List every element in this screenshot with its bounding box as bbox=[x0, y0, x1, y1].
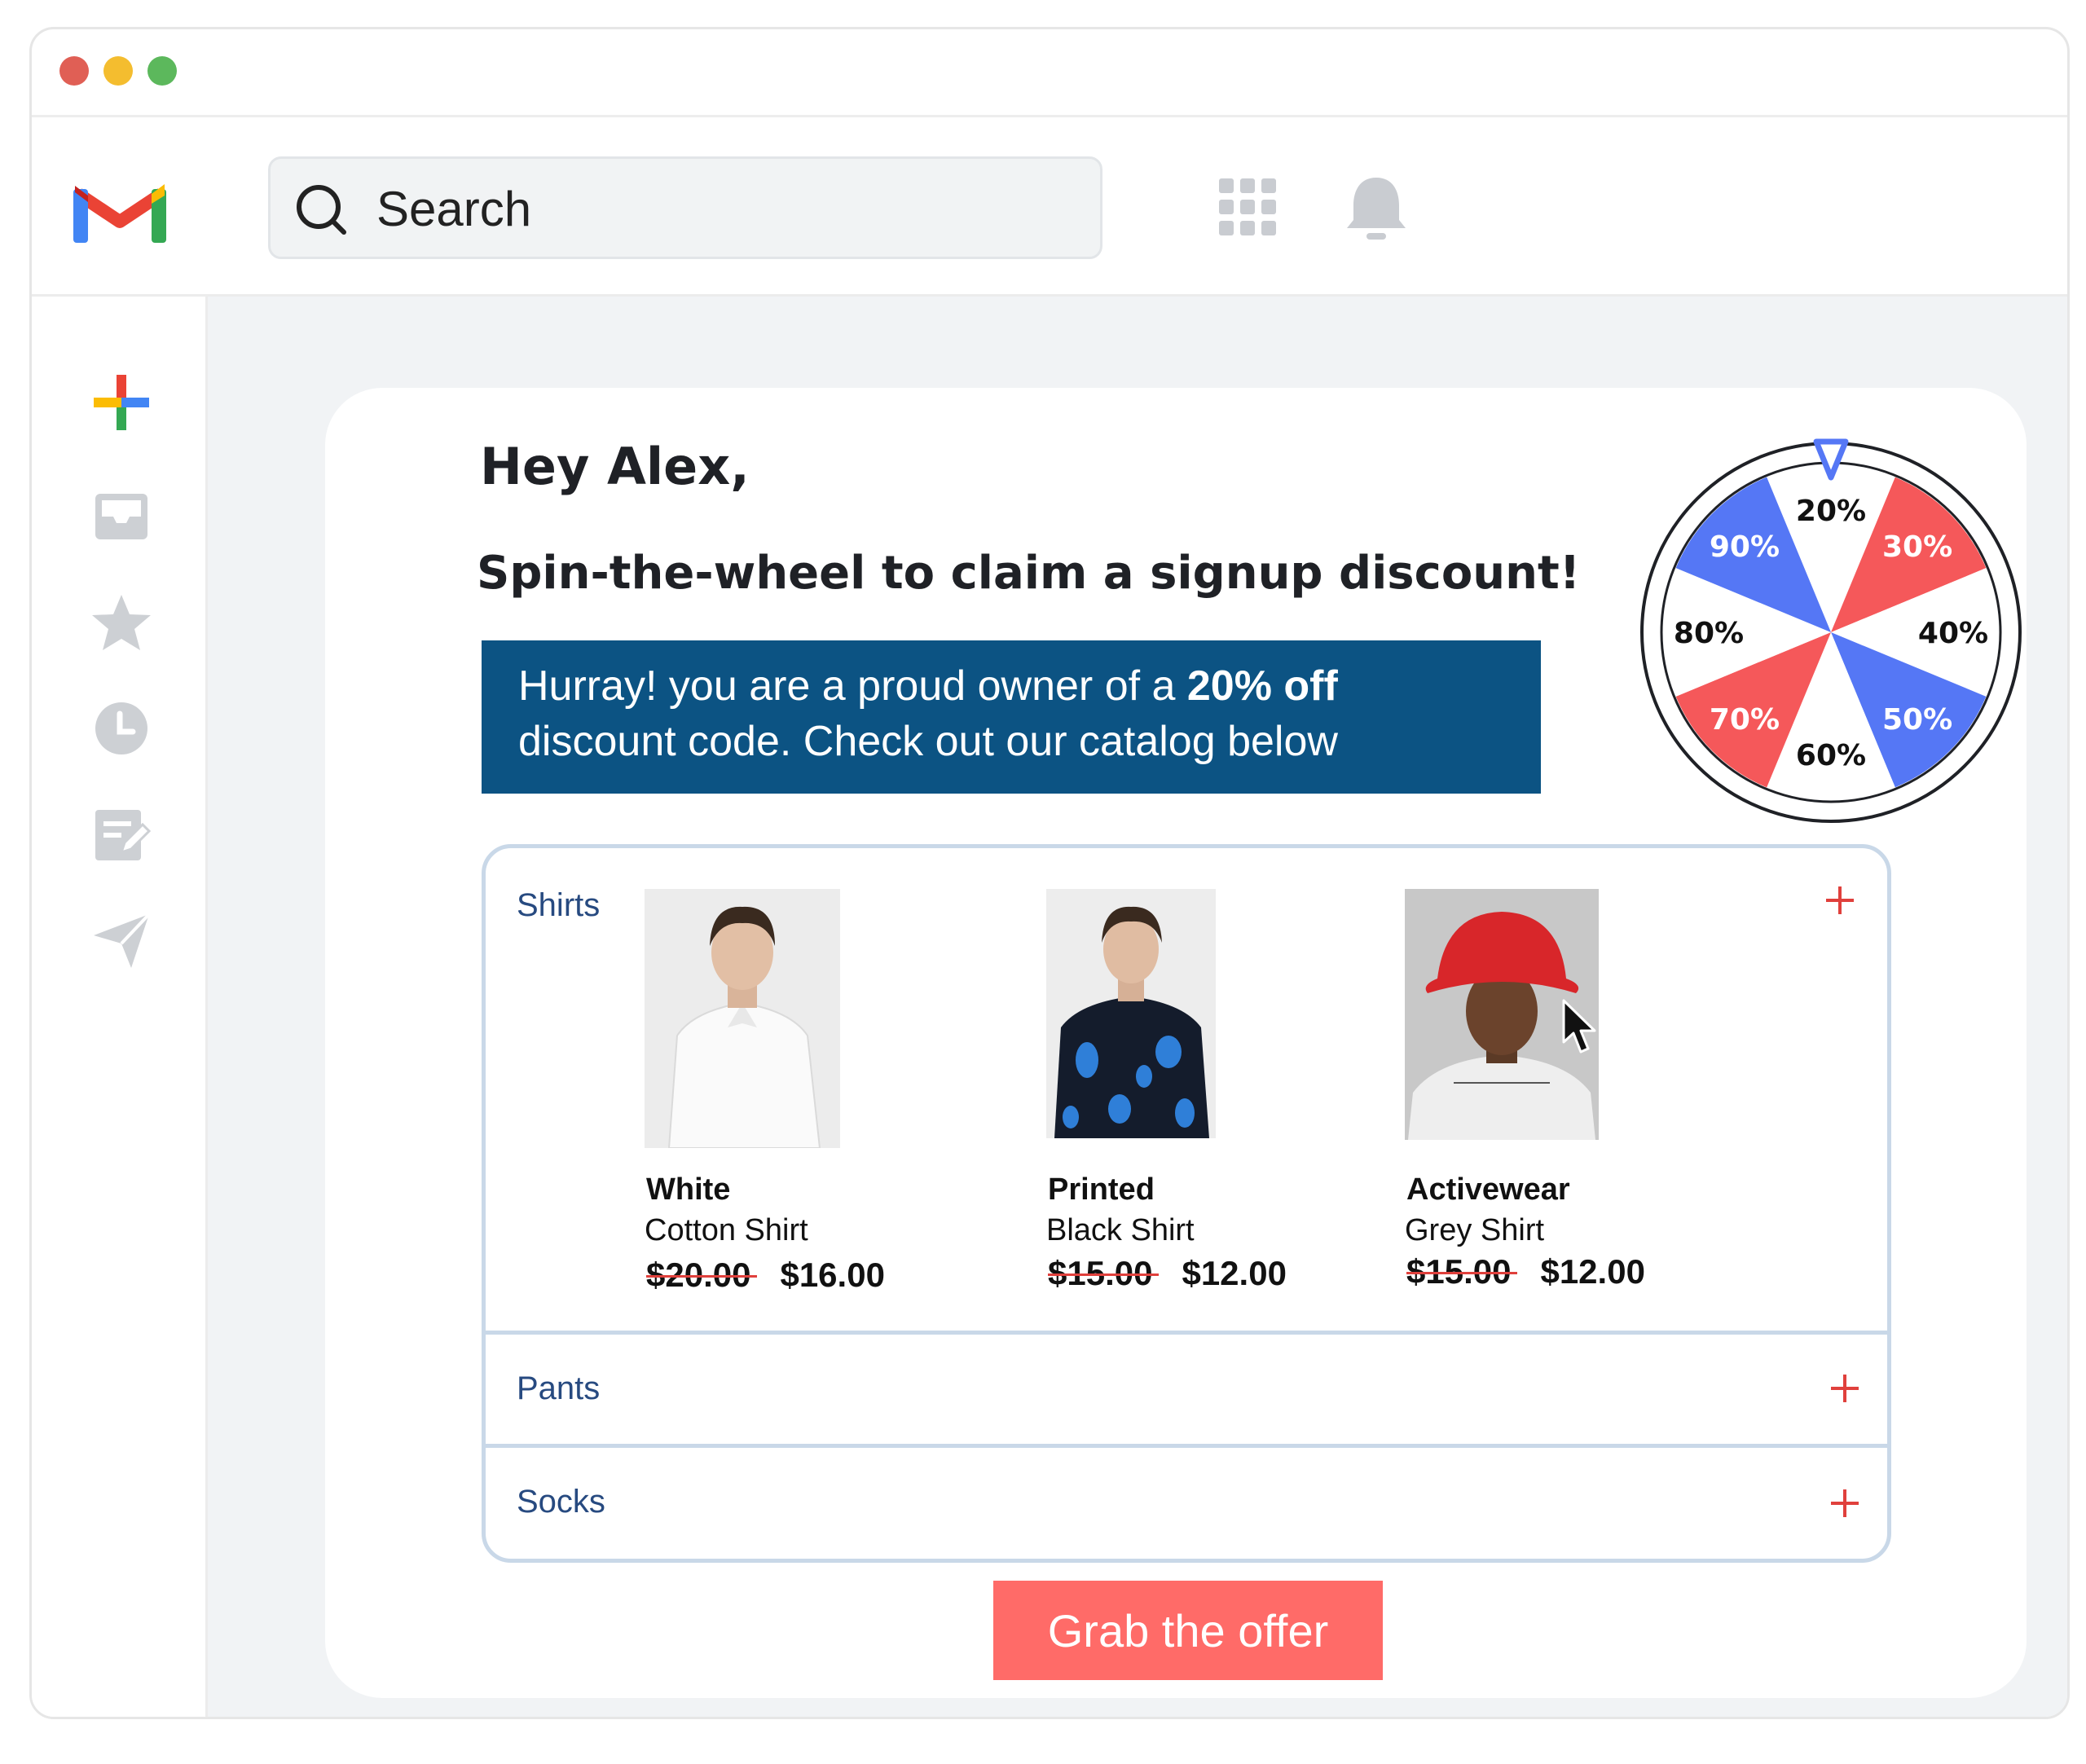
discounted-price: $16.00 bbox=[780, 1256, 885, 1294]
search-input[interactable] bbox=[376, 170, 1077, 247]
expand-pants-plus-icon[interactable] bbox=[1829, 1372, 1861, 1405]
search-icon[interactable] bbox=[295, 183, 349, 237]
sidebar bbox=[32, 297, 208, 1717]
discounted-price: $12.00 bbox=[1540, 1252, 1645, 1291]
product-image-black-shirt[interactable] bbox=[1046, 889, 1216, 1138]
close-window-dot[interactable] bbox=[59, 56, 89, 86]
section-label-pants: Pants bbox=[517, 1370, 601, 1406]
original-price: $15.00 bbox=[1048, 1254, 1160, 1292]
product-prices: $20.00 $16.00 bbox=[646, 1256, 885, 1295]
mouse-cursor-icon bbox=[1562, 999, 1596, 1054]
product-name-bold: White bbox=[646, 1172, 731, 1207]
product-name-bold: Activewear bbox=[1406, 1172, 1570, 1207]
discounted-price: $12.00 bbox=[1182, 1254, 1287, 1292]
wheel-segment-label: 70% bbox=[1710, 703, 1780, 737]
product-name: Black Shirt bbox=[1046, 1213, 1195, 1247]
star-icon[interactable] bbox=[89, 590, 154, 655]
email-greeting: Hey Alex, bbox=[480, 437, 750, 496]
product-prices: $15.00 $12.00 bbox=[1048, 1254, 1287, 1293]
mail-toolbar bbox=[32, 117, 2067, 297]
wheel-segment-label: 50% bbox=[1882, 703, 1952, 737]
email-subtitle: Spin-the-wheel to claim a signup discoun… bbox=[477, 547, 1581, 600]
product-name: Grey Shirt bbox=[1405, 1213, 1545, 1247]
expand-shirts-plus-icon[interactable] bbox=[1824, 884, 1856, 917]
banner-text-start: Hurray! you are a proud owner of a bbox=[518, 662, 1187, 710]
window-titlebar bbox=[32, 29, 2067, 117]
gmail-logo-icon[interactable] bbox=[73, 174, 166, 243]
discount-banner: Hurray! you are a proud owner of a 20% o… bbox=[482, 640, 1541, 794]
email-viewer: Hey Alex, Spin-the-wheel to claim a sign… bbox=[208, 297, 2067, 1717]
accordion-section-socks[interactable]: Socks bbox=[486, 1448, 1887, 1559]
search-bar[interactable] bbox=[268, 156, 1102, 259]
catalog-accordion: Shirts White Cotton Shirt $20.00 $16.00 … bbox=[482, 844, 1891, 1563]
wheel-segment-label: 30% bbox=[1882, 530, 1952, 564]
maximize-window-dot[interactable] bbox=[147, 56, 177, 86]
notification-bell-icon[interactable] bbox=[1345, 174, 1407, 241]
accordion-section-shirts[interactable]: Shirts White Cotton Shirt $20.00 $16.00 … bbox=[486, 848, 1887, 1331]
original-price: $15.00 bbox=[1406, 1252, 1518, 1291]
apps-grid-icon[interactable] bbox=[1219, 178, 1276, 235]
banner-text-end: discount code. Check out our catalog bel… bbox=[518, 718, 1338, 765]
spin-wheel[interactable]: 20% 30% 40% 50% 60% 70% 80% 90% bbox=[1635, 437, 2027, 828]
grab-offer-button[interactable]: Grab the offer bbox=[993, 1581, 1383, 1680]
original-price: $20.00 bbox=[646, 1256, 758, 1294]
product-image-white-shirt[interactable] bbox=[645, 889, 840, 1148]
section-label-socks: Socks bbox=[517, 1484, 605, 1520]
wheel-segment-label: 60% bbox=[1796, 739, 1866, 772]
product-name-bold: Printed bbox=[1048, 1172, 1155, 1207]
wheel-segment-label: 90% bbox=[1710, 530, 1780, 564]
plus-compose-icon[interactable] bbox=[89, 370, 154, 435]
accordion-section-pants[interactable]: Pants bbox=[486, 1335, 1887, 1444]
browser-window: Hey Alex, Spin-the-wheel to claim a sign… bbox=[29, 27, 2070, 1719]
expand-socks-plus-icon[interactable] bbox=[1829, 1487, 1861, 1520]
section-label-shirts: Shirts bbox=[517, 887, 601, 923]
minimize-window-dot[interactable] bbox=[103, 56, 133, 86]
product-prices: $15.00 $12.00 bbox=[1406, 1252, 1645, 1291]
clock-icon[interactable] bbox=[89, 696, 154, 761]
wheel-segment-label: 80% bbox=[1674, 617, 1744, 650]
wheel-segment-label: 20% bbox=[1796, 495, 1866, 528]
banner-discount-amount: 20% off bbox=[1186, 662, 1338, 710]
product-name: Cotton Shirt bbox=[645, 1213, 808, 1247]
wheel-segment-label: 40% bbox=[1918, 617, 1988, 650]
send-icon[interactable] bbox=[89, 908, 154, 973]
email-card: Hey Alex, Spin-the-wheel to claim a sign… bbox=[325, 388, 2027, 1698]
inbox-icon[interactable] bbox=[89, 484, 154, 549]
drafts-icon[interactable] bbox=[89, 802, 154, 867]
